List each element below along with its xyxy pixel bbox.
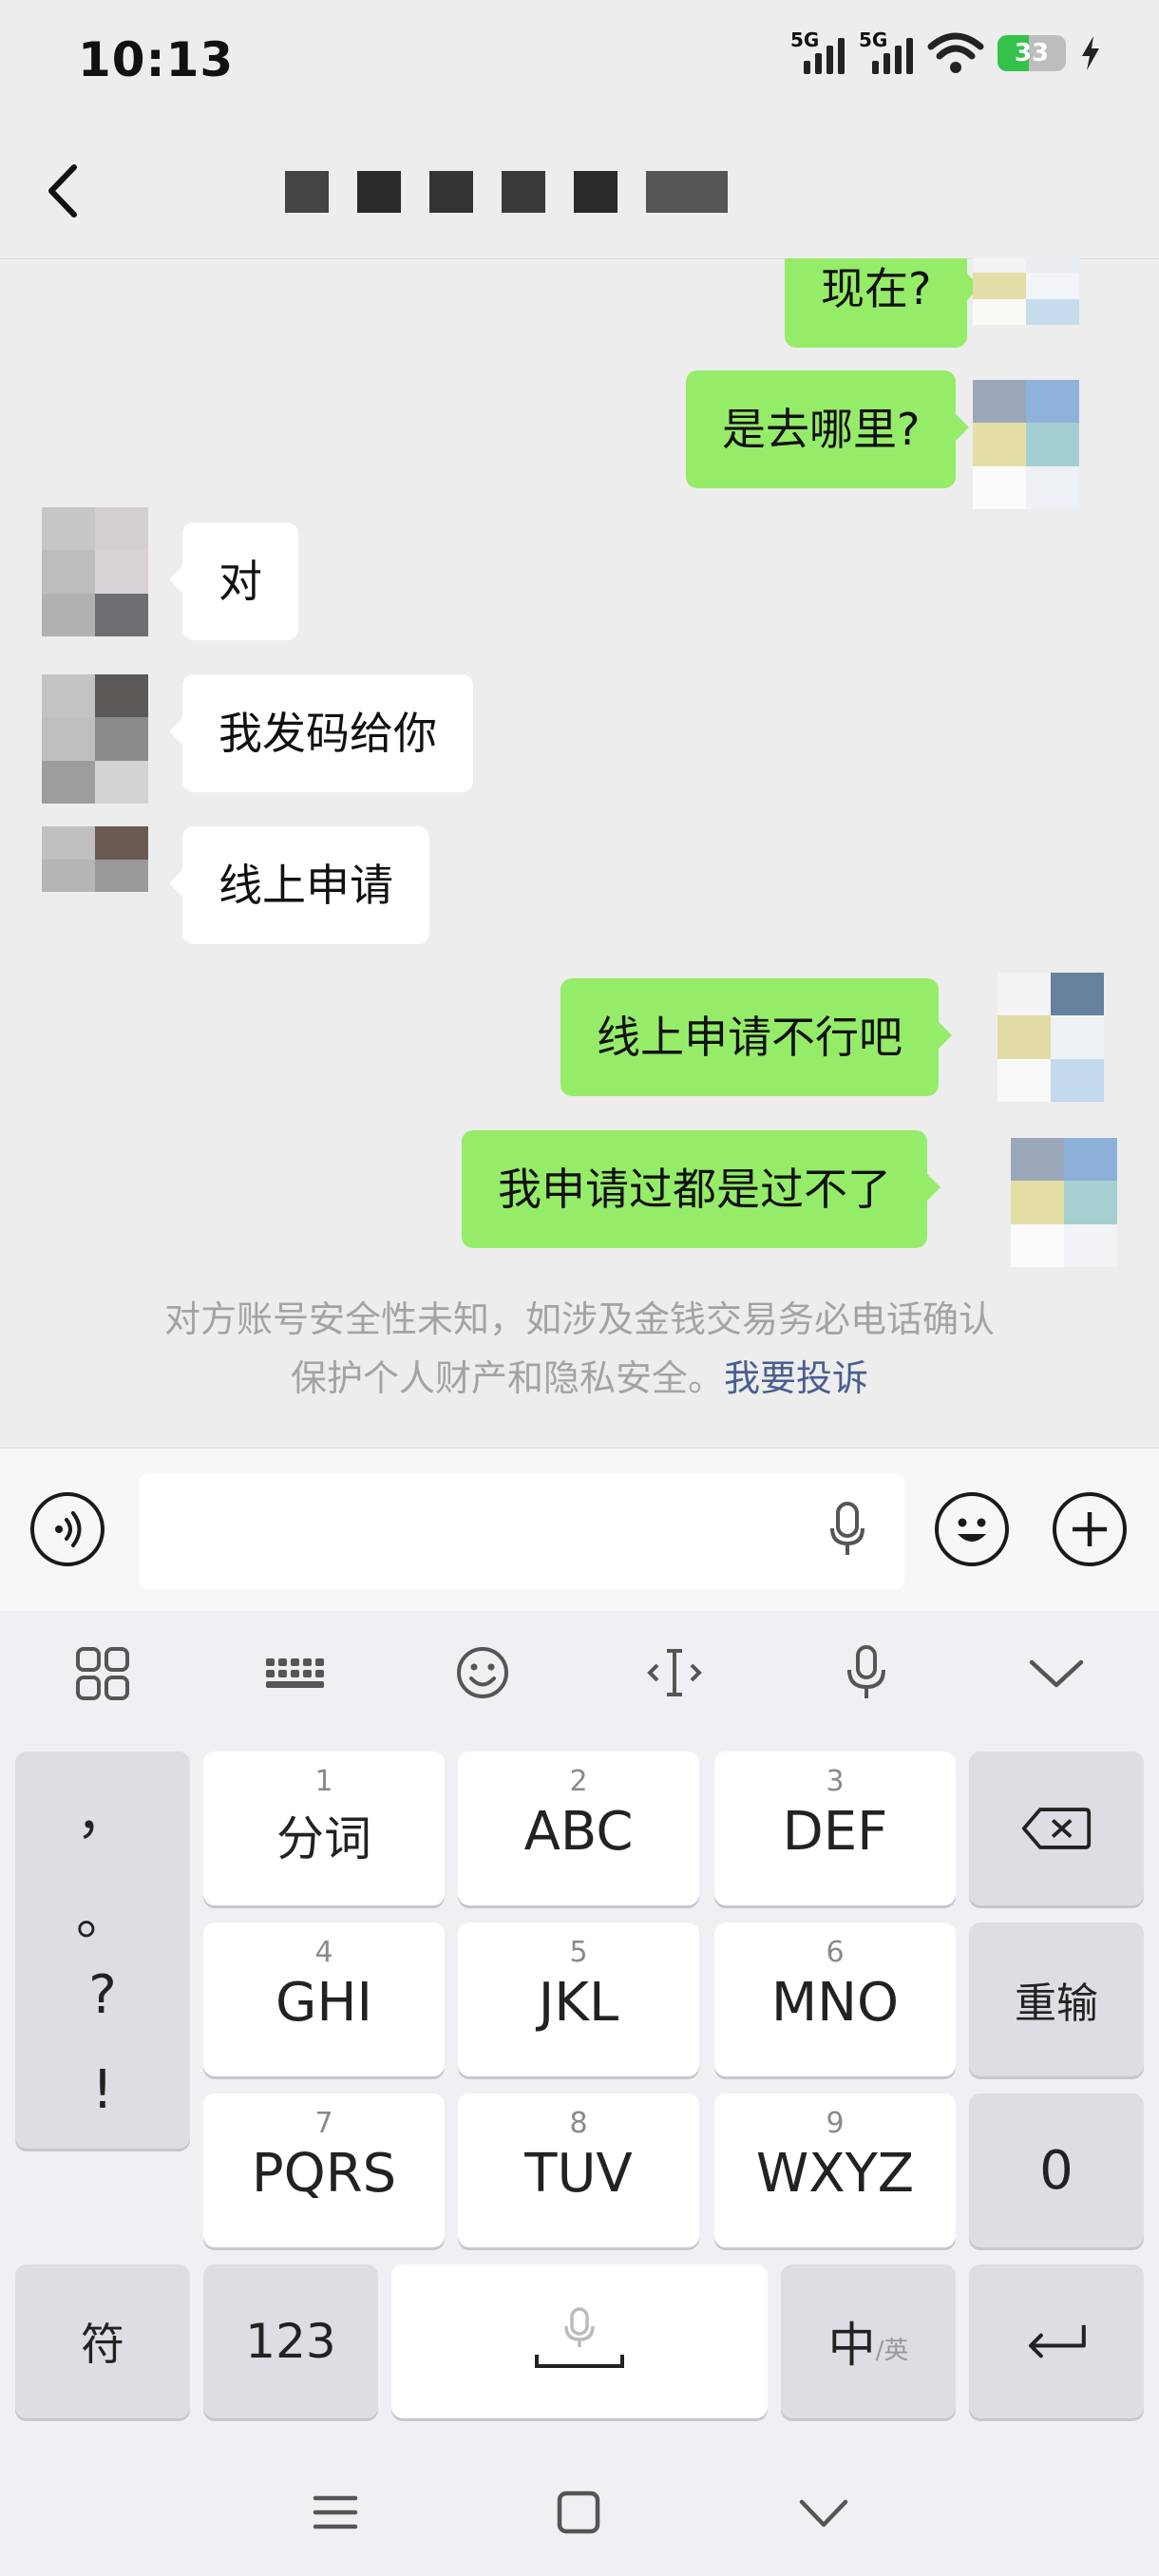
key-4[interactable]: 4 GHI [203,1923,445,2076]
charging-icon [1082,36,1099,70]
message-list[interactable]: 现在? 是去哪里? 对 我发码给你 线上申请 线上申请不行吧 我申请过都是过不了 [0,258,1159,1448]
punct-key[interactable]: ! [15,2059,190,2121]
key-label: 重输 [1015,1979,1098,2028]
message-bubble[interactable]: 我申请过都是过不了 [462,1130,940,1248]
keyboard-icon[interactable] [255,1639,331,1706]
home-icon[interactable] [545,2479,612,2546]
chat-title-redacted [285,165,728,218]
space-key[interactable] [391,2264,768,2418]
back-chevron-icon[interactable] [790,2479,857,2546]
enter-key[interactable] [969,2264,1144,2418]
lang-alt: /英 [875,2336,909,2365]
key-number: 7 [314,2107,333,2140]
key-number: 2 [569,1765,588,1798]
status-time: 10:13 [78,32,235,87]
key-8[interactable]: 8 TUV [458,2093,699,2247]
status-icons: 5G 5G 33 [790,28,1102,78]
battery-level: 33 [1014,39,1050,67]
key-label: 分词 [276,1811,371,1866]
chevron-left-icon[interactable] [38,158,87,224]
notice-line-1: 对方账号安全性未知，如涉及金钱交易务必电话确认 [163,1298,995,1340]
key-number: 1 [314,1765,333,1798]
key-label: TUV [524,2143,633,2205]
reenter-key[interactable]: 重输 [969,1923,1144,2076]
key-label: WXYZ [755,2143,915,2205]
chevron-down-icon[interactable] [1018,1639,1094,1706]
status-bar: 10:13 5G 5G 33 [0,0,1159,123]
message-bubble[interactable]: 对 [169,522,298,640]
key-number: 5 [569,1936,588,1969]
key-number: 9 [826,2107,845,2140]
key-1[interactable]: 1 分词 [203,1752,445,1905]
key-7[interactable]: 7 PQRS [203,2093,445,2247]
message-bubble[interactable]: 我发码给你 [169,674,473,792]
plus-icon[interactable] [1053,1492,1127,1566]
backspace-icon [969,1752,1144,1905]
avatar[interactable] [973,258,1079,325]
key-label: PQRS [251,2143,397,2205]
emoji-icon[interactable] [935,1492,1009,1566]
menu-icon[interactable] [302,2479,369,2546]
emoji-icon[interactable] [445,1639,521,1706]
microphone-icon[interactable] [828,1639,904,1706]
key-label: 0 [1039,2139,1074,2202]
key-label: ABC [523,1801,634,1863]
message-bubble[interactable]: 线上申请 [169,826,429,944]
key-6[interactable]: 6 MNO [714,1923,956,2076]
grid-menu-icon[interactable] [65,1639,141,1706]
message-input-bar [0,1448,1159,1612]
key-label: 123 [245,2314,336,2369]
signal-5g-icon: 5G [790,28,846,78]
key-number: 3 [826,1765,845,1798]
key-label: DEF [782,1801,888,1863]
symbols-key[interactable]: 符 [15,2264,190,2418]
avatar[interactable] [998,973,1104,1102]
lang-main: 中 [827,2318,876,2373]
notice-line-2: 保护个人财产和隐私安全。我要投诉 [0,1349,1159,1408]
avatar[interactable] [1011,1138,1117,1267]
battery-icon: 33 [998,35,1066,71]
punctuation-column[interactable]: ， 。 ? ! [15,1752,190,2149]
key-2[interactable]: 2 ABC [458,1752,699,1905]
key-label: 符 [81,2319,124,2370]
notice-text: 保护个人财产和隐私安全。 [290,1357,724,1399]
microphone-icon[interactable] [828,1500,866,1559]
keyboard: ， 。 ? ! 1 分词 2 ABC 3 DEF 4 GHI 5 JKL 6 M… [0,1611,1159,2576]
key-number: 8 [569,2107,588,2140]
language-toggle-label: 中/英 [781,2264,956,2418]
key-label: JKL [538,1972,619,2034]
enter-icon [969,2264,1144,2418]
message-bubble[interactable]: 是去哪里? [686,370,970,488]
key-label: GHI [275,1972,373,2034]
backspace-key[interactable] [969,1752,1144,1905]
cursor-icon[interactable] [636,1639,712,1706]
key-number: 4 [314,1936,333,1969]
message-bubble[interactable]: 线上申请不行吧 [560,978,952,1096]
avatar[interactable] [973,380,1079,509]
avatar[interactable] [42,826,148,925]
space-mic-icon [391,2264,768,2418]
punct-key[interactable]: 。 [15,1873,190,1950]
punct-key[interactable]: ， [15,1772,190,1849]
key-number: 6 [826,1936,845,1969]
key-3[interactable]: 3 DEF [714,1752,956,1905]
key-9[interactable]: 9 WXYZ [714,2093,956,2247]
punct-key[interactable]: ? [15,1964,190,2026]
security-notice: 对方账号安全性未知，如涉及金钱交易务必电话确认 保护个人财产和隐私安全。我要投诉 [0,1290,1159,1408]
report-link[interactable]: 我要投诉 [724,1357,868,1399]
numbers-key[interactable]: 123 [203,2264,378,2418]
signal-5g-icon: 5G [859,28,914,78]
avatar[interactable] [42,674,148,804]
message-bubble[interactable]: 现在? [785,258,981,348]
avatar[interactable] [42,507,148,636]
zero-key[interactable]: 0 [969,2093,1144,2247]
system-nav-bar [0,2451,1159,2576]
voice-mode-icon[interactable] [30,1492,104,1566]
key-label: MNO [770,1972,900,2034]
language-toggle-key[interactable]: 中/英 [781,2264,956,2418]
chat-header [0,123,1159,259]
wifi-icon [927,32,984,73]
key-5[interactable]: 5 JKL [458,1923,699,2076]
message-input[interactable] [139,1473,904,1589]
